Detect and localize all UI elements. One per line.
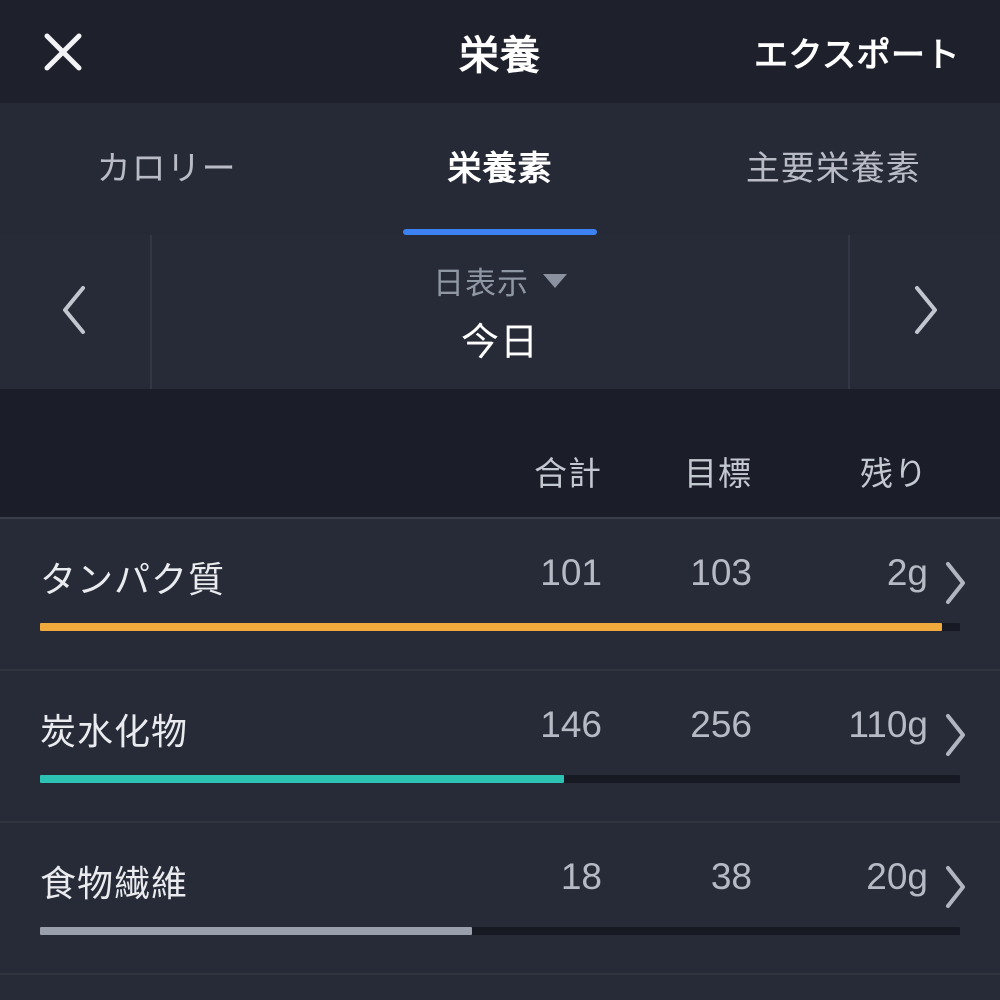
app-header: 栄養 エクスポート xyxy=(0,0,1000,103)
date-navigator: 日表示 今日 xyxy=(0,235,1000,389)
date-display[interactable]: 日表示 今日 xyxy=(150,235,850,389)
nutrient-list: タンパク質 101 103 2g 炭水化物 146 256 110g 食物繊維 … xyxy=(0,519,1000,1000)
nutrient-total: 101 xyxy=(540,552,602,593)
tab-bar: カロリー 栄養素 主要栄養素 xyxy=(0,103,1000,235)
nutrient-name: タンパク質 xyxy=(40,559,226,600)
table-row[interactable]: 炭水化物 146 256 110g xyxy=(0,671,1000,823)
progress-fill xyxy=(40,927,473,935)
current-date-label: 今日 xyxy=(460,322,539,364)
date-mode-selector[interactable]: 日表示 xyxy=(433,258,567,303)
column-header-remaining: 残り xyxy=(860,455,928,492)
nutrient-goal: 38 xyxy=(710,856,752,897)
next-date-button[interactable] xyxy=(850,235,1000,389)
progress-track xyxy=(40,927,960,935)
table-column-headers: 合計 目標 残り xyxy=(0,389,1000,519)
tab-macronutrients-label: 主要栄養素 xyxy=(745,149,921,188)
tab-calories-label: カロリー xyxy=(96,149,237,188)
chevron-right-icon xyxy=(940,863,970,916)
progress-fill xyxy=(40,623,942,631)
nutrient-goal: 256 xyxy=(690,704,752,745)
nutrient-name: 食物繊維 xyxy=(40,863,189,904)
table-row-partial[interactable] xyxy=(0,975,1000,1000)
export-button[interactable]: エクスポート xyxy=(754,27,960,76)
nutrition-screen: 栄養 エクスポート カロリー 栄養素 主要栄養素 日表示 今日 合計 目標 残り… xyxy=(0,0,1000,1000)
chevron-right-icon xyxy=(908,282,942,343)
tab-nutrients-label: 栄養素 xyxy=(447,149,553,188)
nutrient-total: 18 xyxy=(560,856,602,897)
progress-track xyxy=(40,775,960,783)
chevron-left-icon xyxy=(58,282,92,343)
column-header-total: 合計 xyxy=(534,455,602,492)
table-row[interactable]: 食物繊維 18 38 20g xyxy=(0,823,1000,975)
nutrient-total: 146 xyxy=(540,704,602,745)
progress-fill xyxy=(40,775,565,783)
chevron-right-icon xyxy=(940,559,970,612)
previous-date-button[interactable] xyxy=(0,235,150,389)
table-row[interactable]: タンパク質 101 103 2g xyxy=(0,519,1000,671)
caret-down-icon xyxy=(543,273,567,288)
progress-track xyxy=(40,623,960,631)
tab-calories[interactable]: カロリー xyxy=(0,103,333,235)
nutrient-remaining: 2g xyxy=(886,552,928,593)
column-header-goal: 目標 xyxy=(684,455,752,492)
tab-nutrients[interactable]: 栄養素 xyxy=(333,103,666,235)
nutrient-name: 炭水化物 xyxy=(40,711,189,752)
nutrient-remaining: 110g xyxy=(848,704,928,745)
nutrient-remaining: 20g xyxy=(866,856,928,897)
nutrient-goal: 103 xyxy=(690,552,752,593)
tab-macronutrients[interactable]: 主要栄養素 xyxy=(667,103,1000,235)
date-mode-label: 日表示 xyxy=(433,266,529,301)
chevron-right-icon xyxy=(940,711,970,764)
